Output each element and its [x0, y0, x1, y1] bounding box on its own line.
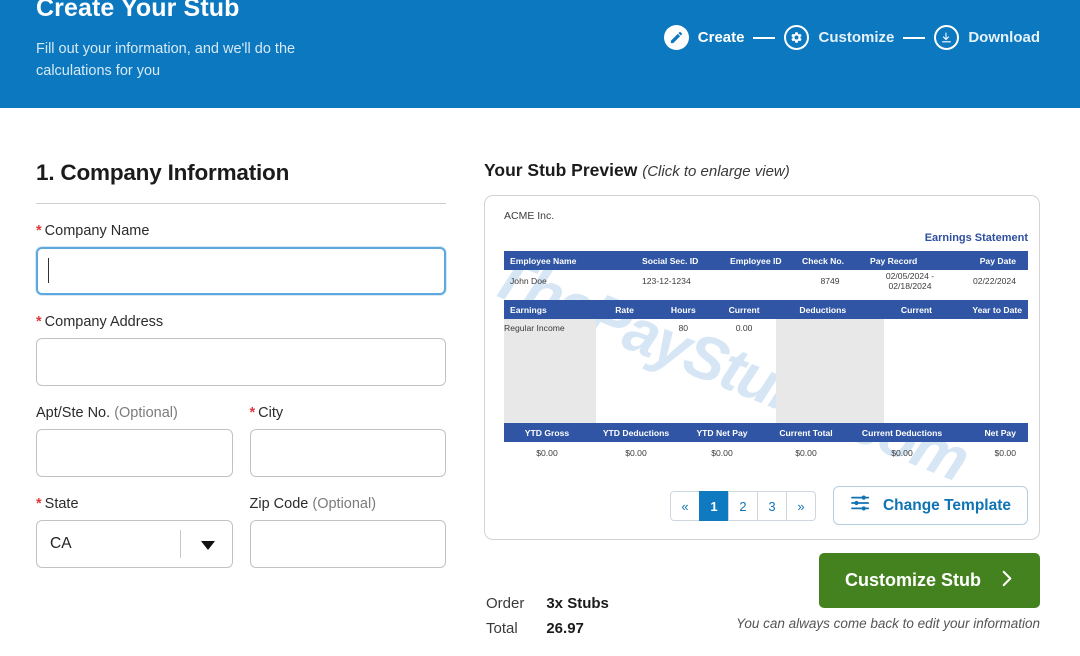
employee-table-row: John Doe 123-12-1234 8749 02/05/2024 - 0…: [510, 270, 1016, 291]
stub-company-name: ACME Inc.: [504, 210, 555, 222]
page-header: Create Your Stub Fill out your informati…: [0, 0, 1080, 108]
order-label: Order: [486, 595, 525, 612]
employee-table: Employee Name Social Sec. ID Employee ID…: [504, 251, 1028, 291]
field-company-name: * Company Name: [36, 223, 446, 295]
section-title: 1. Company Information: [36, 160, 290, 185]
preview-heading-note: (Click to enlarge view): [642, 163, 790, 180]
chevron-down-icon: [200, 541, 215, 550]
optional-tag: (Optional): [312, 496, 377, 512]
field-company-address: * Company Address: [36, 314, 446, 386]
pencil-icon: [663, 25, 689, 50]
field-apt: Apt/Ste No. (Optional): [36, 405, 233, 477]
zip-label: Zip Code (Optional): [249, 496, 377, 512]
pagination-prev[interactable]: «: [670, 491, 700, 521]
total-value: 26.97: [546, 620, 584, 638]
section-divider: [36, 203, 446, 204]
stub-document-header: ACME Inc. Earnings Statement: [504, 210, 1028, 244]
pagination-page-2[interactable]: 2: [728, 491, 758, 521]
address-row-1: Apt/Ste No. (Optional) * City: [36, 386, 446, 477]
step-connector-1: [753, 36, 776, 39]
company-address-input[interactable]: [36, 338, 446, 386]
earnings-table-header: Earnings Rate Hours Current Deductions C…: [504, 300, 1028, 319]
employee-table-header: Employee Name Social Sec. ID Employee ID…: [504, 251, 1028, 270]
pagination-page-3[interactable]: 3: [757, 491, 787, 521]
city-label: * City: [249, 405, 284, 421]
stub-statement-label: Earnings Statement: [924, 232, 1028, 244]
order-value: 3x Stubs: [546, 595, 609, 612]
sliders-icon: [850, 494, 872, 517]
customize-stub-label: Customize Stub: [844, 570, 981, 590]
city-input[interactable]: [249, 429, 446, 477]
step-indicator: Create Customize Download: [663, 25, 1040, 50]
ytd-table: YTD Gross YTD Deductions YTD Net Pay Cur…: [504, 423, 1028, 463]
company-information-form: 1. Company Information * Company Name * Co…: [36, 160, 446, 568]
address-row-2: * State CA Zip Code (Optional): [36, 477, 446, 568]
order-row: Order 3x Stubs: [486, 592, 609, 615]
preview-pagination: « 1 2 3 »: [670, 491, 816, 521]
field-zip: Zip Code (Optional): [249, 496, 446, 568]
optional-tag: (Optional): [114, 405, 178, 421]
step-download[interactable]: Download: [934, 25, 1040, 50]
step-create[interactable]: Create: [663, 25, 745, 50]
edit-info-note: You can always come back to edit your in…: [736, 616, 1040, 631]
apt-input[interactable]: [36, 429, 233, 477]
step-create-label: Create: [697, 29, 745, 46]
field-city: * City: [249, 405, 446, 477]
download-icon: [934, 25, 960, 50]
required-asterisk: *: [36, 223, 42, 239]
company-name-label: * Company Name: [36, 223, 150, 239]
ytd-table-row: $0.00 $0.00 $0.00 $0.00 $0.00 $0.00: [536, 447, 1016, 458]
earnings-row: Regular Income 80 0.00: [504, 323, 753, 333]
zip-input[interactable]: [249, 520, 446, 568]
company-name-input[interactable]: [36, 247, 446, 295]
company-address-label: * Company Address: [36, 314, 164, 330]
state-select[interactable]: CA: [36, 520, 233, 568]
step-customize[interactable]: Customize: [784, 25, 894, 50]
field-state: * State CA: [36, 496, 233, 568]
total-label: Total: [486, 620, 518, 638]
order-summary: Order 3x Stubs Total 26.97: [484, 590, 611, 643]
pagination-next[interactable]: »: [786, 491, 816, 521]
page-subtitle: Fill out your information, and we'll do …: [36, 41, 296, 80]
text-cursor: [48, 258, 49, 283]
ytd-table-header: YTD Gross YTD Deductions YTD Net Pay Cur…: [504, 423, 1028, 442]
chevron-right-icon: [1001, 570, 1014, 592]
pagination-page-1[interactable]: 1: [699, 491, 729, 521]
apt-label: Apt/Ste No. (Optional): [36, 405, 178, 421]
step-customize-label: Customize: [818, 29, 895, 46]
step-download-label: Download: [968, 29, 1040, 46]
total-row: Total 26.97: [486, 617, 609, 640]
page-title: Create Your Stub: [36, 0, 240, 22]
stub-preview-card[interactable]: ThePayStubs.com ACME Inc. Earnings State…: [484, 195, 1040, 540]
stub-preview-panel: Your Stub Preview (Click to enlarge view…: [484, 160, 1040, 540]
preview-heading: Your Stub Preview (Click to enlarge view…: [484, 160, 790, 180]
select-divider: [179, 530, 181, 558]
change-template-label: Change Template: [882, 496, 1011, 514]
step-connector-2: [903, 36, 926, 39]
change-template-button[interactable]: Change Template: [832, 486, 1028, 525]
earnings-table: Earnings Rate Hours Current Deductions C…: [504, 300, 1028, 319]
customize-stub-button[interactable]: Customize Stub: [818, 553, 1040, 608]
state-label: * State: [36, 496, 79, 512]
gear-icon: [784, 25, 810, 50]
